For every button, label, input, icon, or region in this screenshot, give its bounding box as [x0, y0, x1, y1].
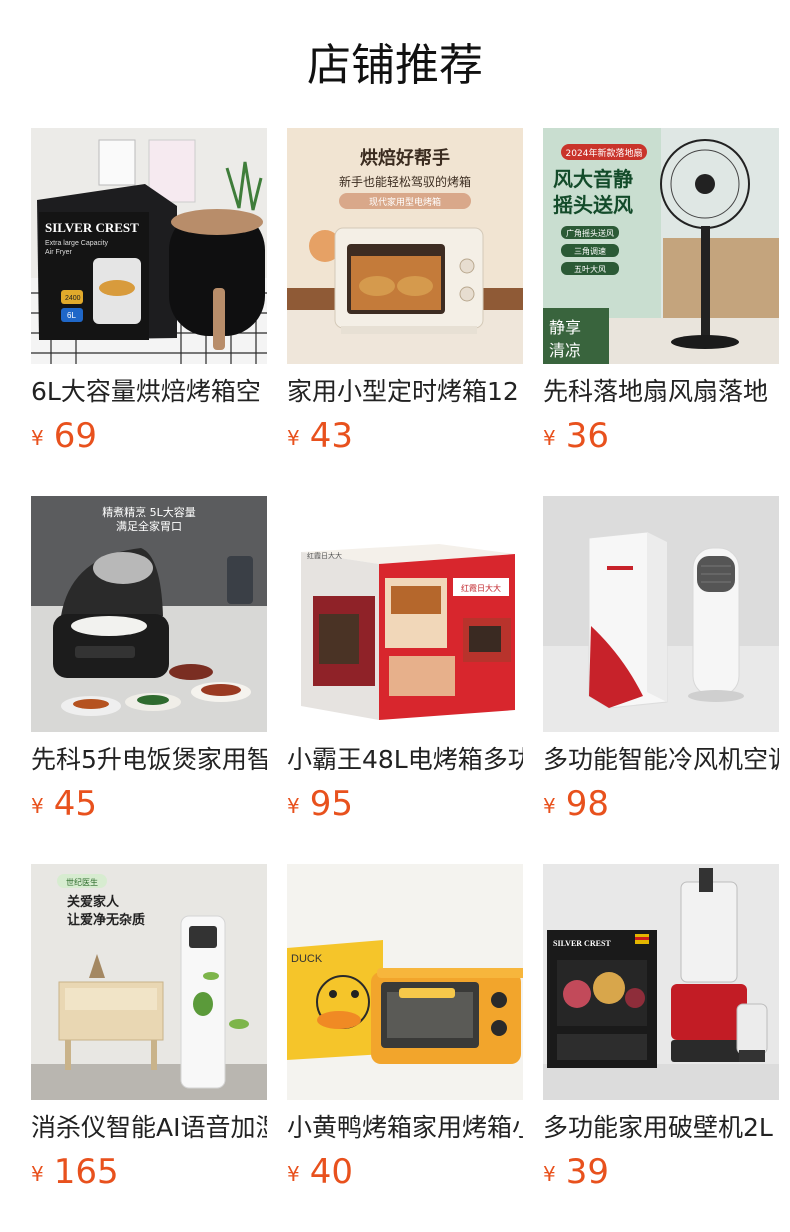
svg-text:Air Fryer: Air Fryer	[45, 249, 73, 256]
price-value: 39	[565, 1152, 609, 1192]
product-price: ¥69	[31, 414, 97, 458]
svg-text:满足全家胃口: 满足全家胃口	[116, 519, 182, 533]
product-card[interactable]: 精煮精烹 5L大容量 满足全家胃口 先科5升电饭煲家用智 ¥45	[31, 496, 267, 841]
product-name[interactable]: 家用小型定时烤箱12	[287, 375, 523, 409]
product-image[interactable]: 世纪医生 关爱家人 让爱净无杂质	[31, 864, 267, 1100]
product-image[interactable]	[543, 496, 779, 732]
product-card[interactable]: DUCK 小黄鸭烤箱家用烤箱小 ¥40	[287, 864, 523, 1209]
svg-text:6L: 6L	[67, 311, 76, 320]
product-name[interactable]: 多功能家用破壁机2L	[543, 1111, 779, 1145]
svg-text:现代家用型电烤箱: 现代家用型电烤箱	[369, 196, 441, 208]
svg-text:清凉: 清凉	[549, 341, 581, 360]
product-image[interactable]: SILVER CREST Extra large Capacity Air Fr…	[31, 128, 267, 364]
price-value: 36	[565, 416, 609, 456]
product-image[interactable]: 精煮精烹 5L大容量 满足全家胃口	[31, 496, 267, 732]
section-title: 店铺推荐	[307, 40, 483, 91]
product-name[interactable]: 消杀仪智能AI语音加湿	[31, 1111, 267, 1145]
product-price: ¥95	[287, 782, 353, 826]
svg-text:精煮精烹 5L大容量: 精煮精烹 5L大容量	[102, 505, 196, 519]
product-name[interactable]: 小霸王48L电烤箱多功	[287, 743, 523, 777]
svg-text:风大音静: 风大音静	[553, 167, 633, 191]
currency-symbol: ¥	[543, 1162, 556, 1186]
price-value: 165	[53, 1152, 119, 1192]
svg-text:摇头送风: 摇头送风	[553, 193, 633, 217]
price-value: 69	[53, 416, 97, 456]
product-name[interactable]: 6L大容量烘焙烤箱空	[31, 375, 267, 409]
svg-text:新手也能轻松驾驭的烤箱: 新手也能轻松驾驭的烤箱	[339, 174, 471, 189]
product-price: ¥43	[287, 414, 353, 458]
price-value: 43	[309, 416, 353, 456]
currency-symbol: ¥	[31, 794, 44, 818]
svg-text:烘焙好帮手: 烘焙好帮手	[360, 147, 450, 169]
product-price: ¥36	[543, 414, 609, 458]
currency-symbol: ¥	[287, 1162, 300, 1186]
currency-symbol: ¥	[287, 426, 300, 450]
svg-text:2400: 2400	[65, 295, 81, 302]
currency-symbol: ¥	[543, 426, 556, 450]
product-image[interactable]: 烘焙好帮手 新手也能轻松驾驭的烤箱 现代家用型电烤箱	[287, 128, 523, 364]
svg-text:DUCK: DUCK	[291, 953, 323, 965]
svg-text:世纪医生: 世纪医生	[66, 877, 98, 887]
svg-text:静享: 静享	[549, 318, 581, 337]
product-image[interactable]: 2024年新款落地扇 风大音静 摇头送风 广角摇头送风 三角调速 五叶大风 静享…	[543, 128, 779, 364]
price-value: 95	[309, 784, 353, 824]
product-image[interactable]: DUCK	[287, 864, 523, 1100]
svg-text:2024年新款落地扇: 2024年新款落地扇	[566, 147, 643, 159]
brand-logo-text: SILVER CREST	[553, 939, 611, 948]
svg-text:红霞日大大: 红霞日大大	[461, 583, 501, 593]
product-price: ¥40	[287, 1150, 353, 1194]
currency-symbol: ¥	[543, 794, 556, 818]
product-card[interactable]: 红霞日大大 红霞日大大 小霸王48L电烤箱多功 ¥95	[287, 496, 523, 841]
product-price: ¥39	[543, 1150, 609, 1194]
svg-text:五叶大风: 五叶大风	[574, 264, 606, 274]
currency-symbol: ¥	[287, 794, 300, 818]
svg-text:三角调速: 三角调速	[574, 246, 606, 256]
product-name[interactable]: 先科5升电饭煲家用智	[31, 743, 267, 777]
product-card[interactable]: SILVER CREST 多功能家用破壁机2L ¥39	[543, 864, 779, 1209]
product-price: ¥45	[31, 782, 97, 826]
svg-text:关爱家人: 关爱家人	[67, 894, 120, 910]
price-value: 40	[309, 1152, 353, 1192]
price-value: 98	[565, 784, 609, 824]
svg-text:让爱净无杂质: 让爱净无杂质	[67, 912, 145, 928]
price-value: 45	[53, 784, 97, 824]
svg-text:Extra large Capacity: Extra large Capacity	[45, 240, 109, 247]
svg-text:红霞日大大: 红霞日大大	[307, 551, 342, 560]
product-price: ¥98	[543, 782, 609, 826]
product-name[interactable]: 多功能智能冷风机空调	[543, 743, 779, 777]
product-name[interactable]: 小黄鸭烤箱家用烤箱小	[287, 1111, 523, 1145]
product-card[interactable]: 烘焙好帮手 新手也能轻松驾驭的烤箱 现代家用型电烤箱 家用小型定时烤箱12 ¥4…	[287, 128, 523, 473]
brand-logo-text: SILVER CREST	[45, 220, 139, 235]
product-price: ¥165	[31, 1150, 119, 1194]
currency-symbol: ¥	[31, 426, 44, 450]
product-image[interactable]: SILVER CREST	[543, 864, 779, 1100]
currency-symbol: ¥	[31, 1162, 44, 1186]
product-card[interactable]: 世纪医生 关爱家人 让爱净无杂质 消杀仪智能AI语音加湿 ¥165	[31, 864, 267, 1209]
product-name[interactable]: 先科落地扇风扇落地	[543, 375, 779, 409]
product-image[interactable]: 红霞日大大 红霞日大大	[287, 496, 523, 732]
svg-text:广角摇头送风: 广角摇头送风	[566, 228, 614, 238]
product-card[interactable]: 多功能智能冷风机空调 ¥98	[543, 496, 779, 841]
product-card[interactable]: SILVER CREST Extra large Capacity Air Fr…	[31, 128, 267, 473]
product-card[interactable]: 2024年新款落地扇 风大音静 摇头送风 广角摇头送风 三角调速 五叶大风 静享…	[543, 128, 779, 473]
